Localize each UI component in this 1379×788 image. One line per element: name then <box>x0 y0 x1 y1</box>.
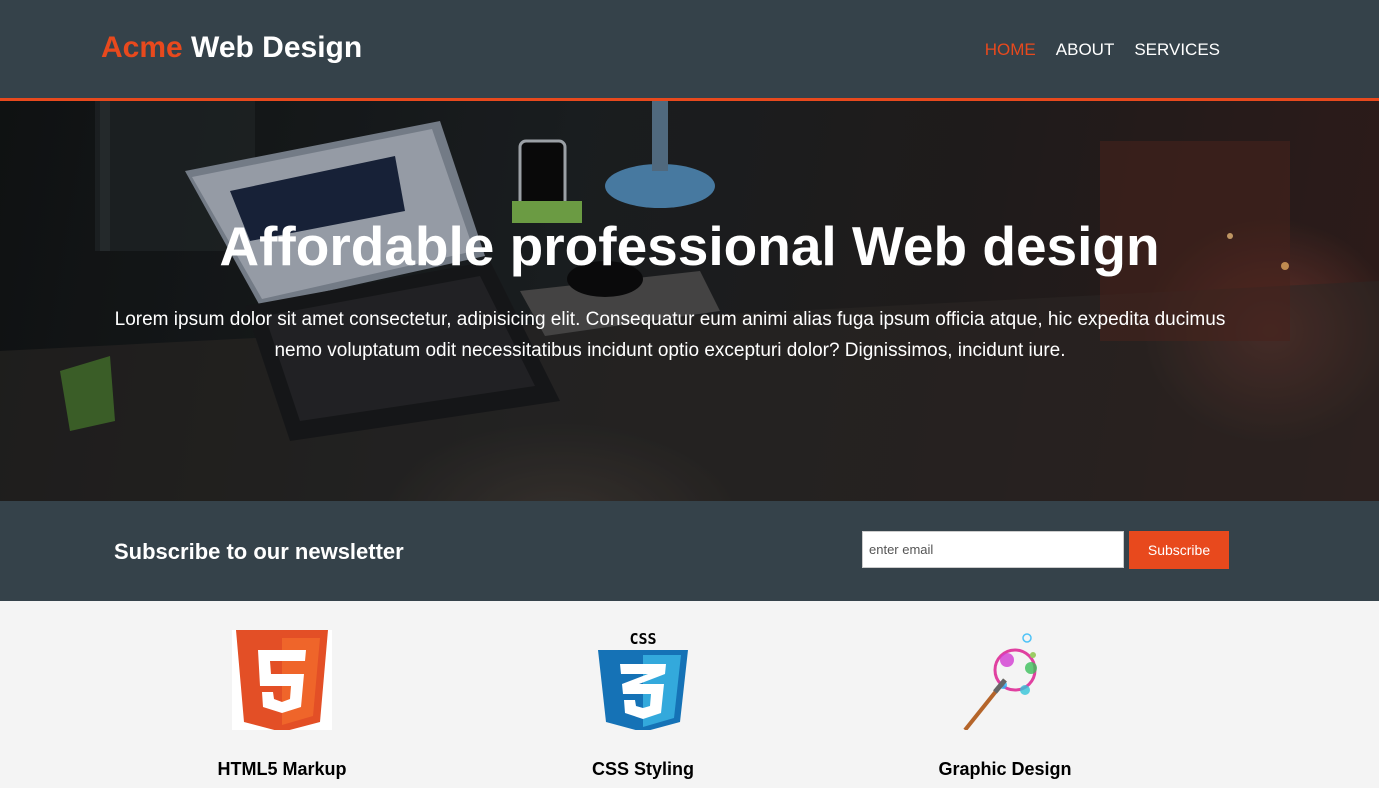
nav-link-about[interactable]: ABOUT <box>1056 40 1115 60</box>
showcase-banner: Affordable professional Web design Lorem… <box>0 101 1379 501</box>
css3-logo-icon: CSS <box>598 630 688 730</box>
email-input[interactable] <box>862 531 1124 568</box>
feature-boxes: HTML5 Markup CSS CSS Styling Graphic Des… <box>0 601 1379 788</box>
feature-title-css: CSS Styling <box>591 759 694 779</box>
subscribe-button[interactable]: Subscribe <box>1129 531 1229 569</box>
site-header: Acme Web Design HOME ABOUT SERVICES <box>0 0 1379 101</box>
paintbrush-splash-icon <box>963 633 1037 730</box>
newsletter-section: Subscribe to our newsletter Subscribe <box>0 501 1379 601</box>
showcase-text: Lorem ipsum dolor sit amet consectetur, … <box>114 309 1226 361</box>
nav-link-home[interactable]: HOME <box>985 40 1036 60</box>
brand-highlight: Acme <box>101 31 183 64</box>
site-branding[interactable]: Acme Web Design <box>101 31 362 65</box>
nav-link-services[interactable]: SERVICES <box>1134 40 1220 60</box>
brand-name: Web Design <box>182 31 363 64</box>
newsletter-heading: Subscribe to our newsletter <box>114 539 404 564</box>
newsletter-form: Subscribe <box>862 531 1229 569</box>
html5-logo-icon <box>232 630 332 730</box>
main-nav: HOME ABOUT SERVICES <box>985 40 1220 60</box>
feature-title-html5: HTML5 Markup <box>217 759 347 779</box>
svg-text:CSS: CSS <box>629 630 656 648</box>
showcase-title: Affordable professional Web design <box>219 215 1160 277</box>
feature-title-graphic: Graphic Design <box>938 759 1072 779</box>
showcase-overlay <box>0 101 1379 501</box>
